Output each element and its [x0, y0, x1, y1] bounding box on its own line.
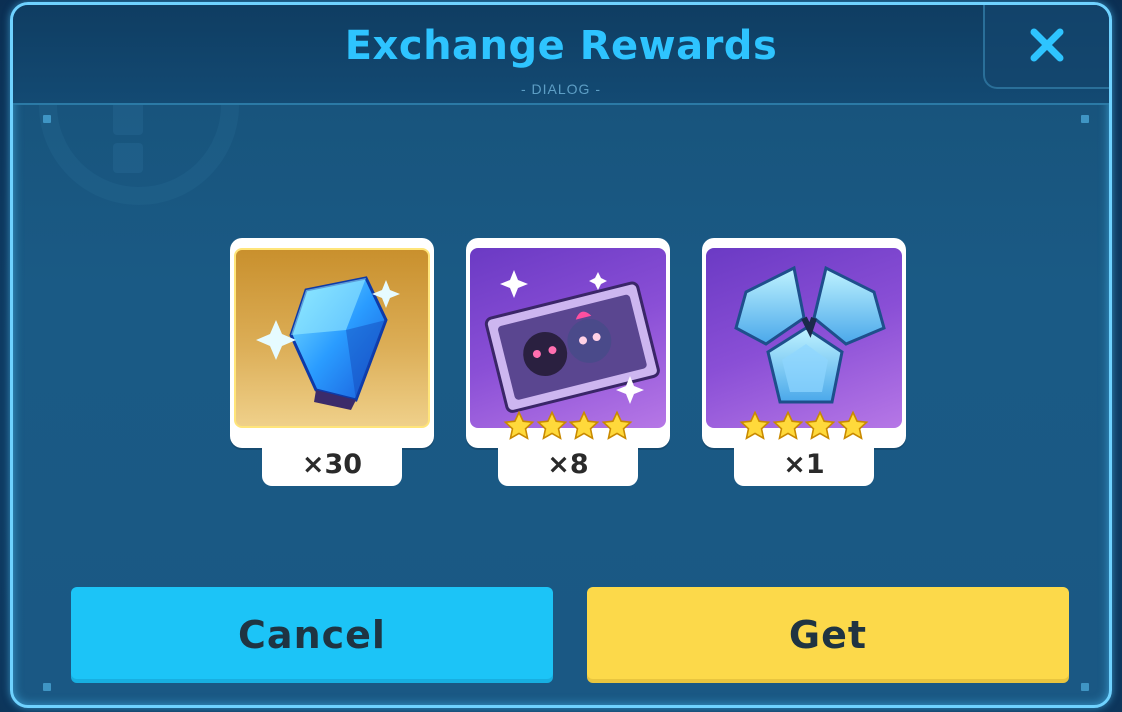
reward-art — [706, 248, 902, 428]
reward-quantity: ×8 — [498, 446, 638, 486]
star-icon — [772, 410, 804, 440]
corner-dot — [1081, 683, 1089, 691]
reward-item-module[interactable] — [702, 238, 906, 448]
reward-list: ×30 ×8 ×1 — [220, 238, 906, 488]
photo-ticket-icon — [484, 270, 660, 413]
close-button[interactable] — [983, 5, 1109, 89]
star-icon — [503, 410, 535, 440]
blue-module-icon — [734, 265, 886, 404]
reward-art — [234, 248, 430, 428]
rarity-stars — [702, 410, 906, 442]
dialog-subtitle: - DIALOG - — [520, 81, 601, 97]
reward-art — [470, 248, 666, 428]
corner-dot — [43, 115, 51, 123]
star-icon — [536, 410, 568, 440]
blue-crystal-icon — [256, 276, 400, 410]
corner-dot — [1081, 115, 1089, 123]
reward-item-photo-ticket[interactable] — [466, 238, 670, 448]
reward-item-crystal[interactable] — [230, 238, 434, 448]
corner-dot — [43, 683, 51, 691]
dialog-title: Exchange Rewards — [344, 23, 778, 69]
watermark-exclamation-dot — [113, 143, 143, 173]
cancel-button[interactable]: Cancel — [71, 587, 553, 683]
rarity-stars — [466, 410, 670, 442]
close-x-icon — [1030, 28, 1064, 62]
star-icon — [568, 410, 600, 440]
star-icon — [601, 410, 633, 440]
reward-quantity: ×30 — [262, 446, 402, 486]
dialog-header: Exchange Rewards - DIALOG - — [13, 5, 1109, 105]
star-icon — [804, 410, 836, 440]
reward-quantity: ×1 — [734, 446, 874, 486]
get-button[interactable]: Get — [587, 587, 1069, 683]
star-icon — [837, 410, 869, 440]
star-icon — [739, 410, 771, 440]
